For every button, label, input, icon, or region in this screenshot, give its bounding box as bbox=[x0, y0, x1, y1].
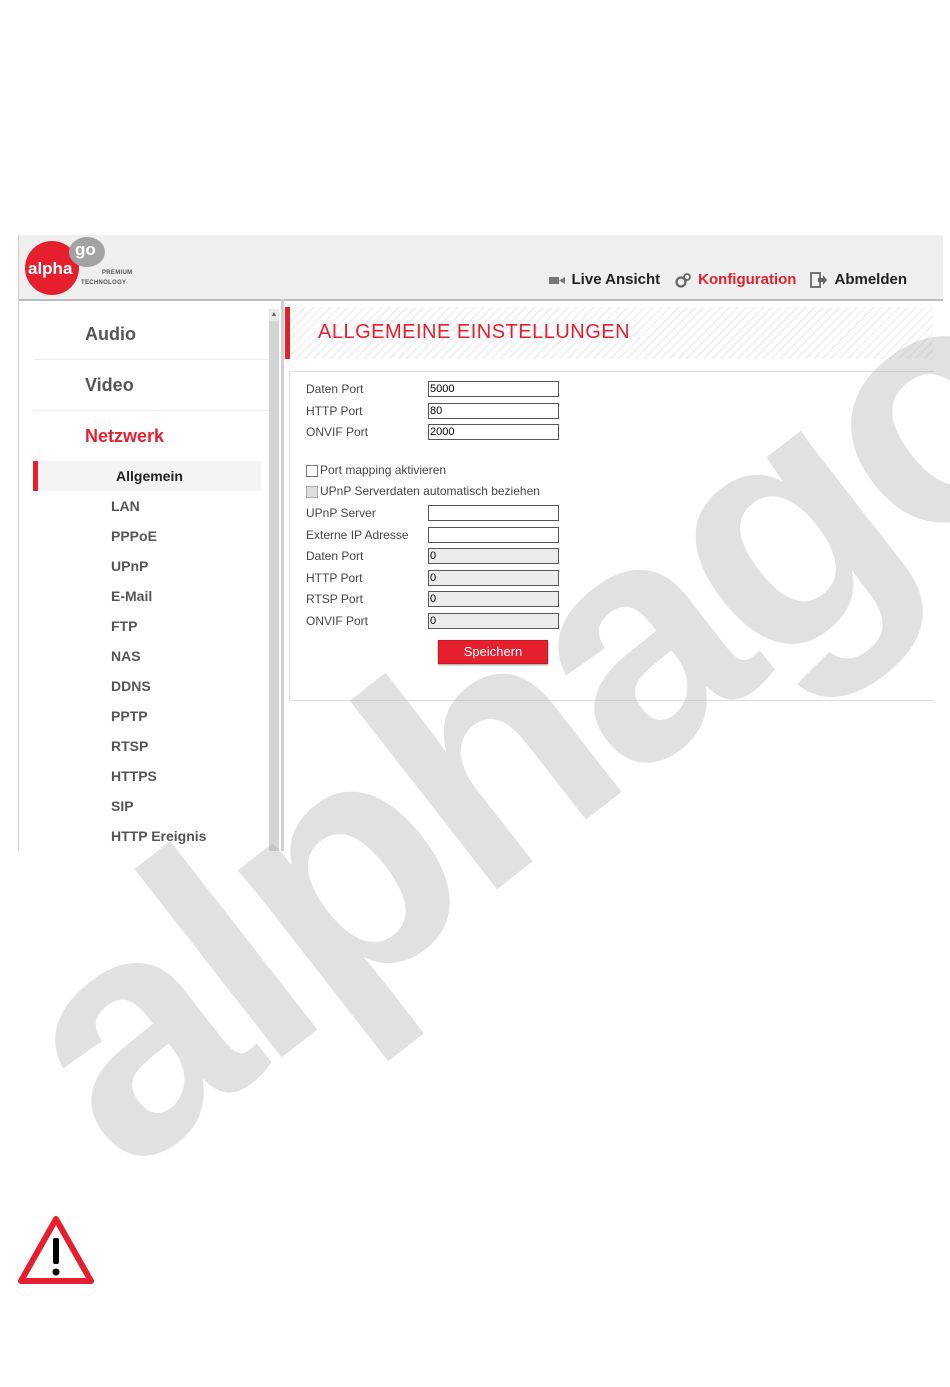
nav-logout[interactable]: Abmelden bbox=[810, 271, 907, 288]
section-header: ALLGEMEINE EINSTELLUNGEN bbox=[285, 307, 933, 359]
sidebar-subitem-allgemein[interactable]: Allgemein bbox=[33, 461, 261, 491]
port-mapping-label: Port mapping aktivieren bbox=[320, 463, 447, 477]
data-port-input[interactable]: 5000 bbox=[428, 381, 559, 397]
sidebar-subitem-sip[interactable]: SIP bbox=[33, 791, 269, 821]
external-onvif-port-input[interactable]: 0 bbox=[428, 613, 559, 629]
gears-icon bbox=[675, 272, 692, 288]
logo-technology-text: TECHNOLOGY bbox=[81, 280, 127, 286]
logo-premium-text: PREMIUM bbox=[102, 270, 133, 276]
http-port-input[interactable]: 80 bbox=[428, 403, 559, 419]
upnp-server-label: UPnP Server bbox=[306, 506, 376, 520]
upnp-server-input[interactable] bbox=[428, 505, 559, 521]
nav-live-view[interactable]: Live Ansicht bbox=[548, 271, 661, 288]
logo-go-text: go bbox=[75, 240, 96, 259]
alphago-logo: alpha go PREMIUM TECHNOLOGY bbox=[25, 237, 145, 295]
external-data-port-label: Daten Port bbox=[306, 549, 364, 563]
onvif-port-input[interactable]: 2000 bbox=[428, 424, 559, 440]
web-ui-screenshot: alpha go PREMIUM TECHNOLOGY Live Ansicht… bbox=[18, 235, 943, 851]
external-http-port-label: HTTP Port bbox=[306, 571, 363, 585]
sidebar-subitem-pptp[interactable]: PPTP bbox=[33, 701, 269, 731]
nav-live-view-label: Live Ansicht bbox=[571, 271, 661, 288]
panel-divider bbox=[281, 299, 284, 851]
sidebar-subitem-upnp[interactable]: UPnP bbox=[33, 551, 269, 581]
sidebar-scrollbar[interactable]: ▲ bbox=[269, 309, 279, 851]
sidebar-subitem-ddns[interactable]: DDNS bbox=[33, 671, 269, 701]
sidebar: Audio Video Netzwerk Allgemein LAN PPPoE… bbox=[33, 309, 269, 851]
nav-logout-label: Abmelden bbox=[834, 271, 907, 288]
nav-configuration[interactable]: Konfiguration bbox=[674, 271, 796, 288]
external-data-port-input[interactable]: 0 bbox=[428, 548, 559, 564]
scroll-up-arrow-icon[interactable]: ▲ bbox=[269, 309, 279, 321]
external-ip-label: Externe IP Adresse bbox=[306, 528, 409, 542]
sidebar-subitem-lan[interactable]: LAN bbox=[33, 491, 269, 521]
external-onvif-port-label: ONVIF Port bbox=[306, 614, 369, 628]
top-navigation: Live Ansicht Konfiguration Abmelden bbox=[540, 271, 907, 288]
external-rtsp-port-label: RTSP Port bbox=[306, 592, 363, 606]
sidebar-subitem-https[interactable]: HTTPS bbox=[33, 761, 269, 791]
upnp-auto-checkbox[interactable] bbox=[306, 486, 318, 498]
logout-icon bbox=[810, 271, 828, 288]
sidebar-subitem-rtsp[interactable]: RTSP bbox=[33, 731, 269, 761]
sidebar-item-netzwerk[interactable]: Netzwerk bbox=[33, 411, 269, 461]
external-rtsp-port-input[interactable]: 0 bbox=[428, 591, 559, 607]
top-bar: alpha go PREMIUM TECHNOLOGY Live Ansicht… bbox=[19, 235, 943, 301]
settings-form: Daten Port 5000 HTTP Port 80 ONVIF Port … bbox=[289, 371, 934, 701]
sidebar-subitem-email[interactable]: E-Mail bbox=[33, 581, 269, 611]
camera-icon bbox=[548, 276, 565, 284]
port-mapping-checkbox[interactable] bbox=[306, 465, 318, 477]
content-panel: ALLGEMEINE EINSTELLUNGEN Daten Port 5000… bbox=[285, 307, 934, 701]
upnp-auto-label: UPnP Serverdaten automatisch beziehen bbox=[320, 484, 540, 498]
data-port-label: Daten Port bbox=[306, 382, 364, 396]
sidebar-item-audio[interactable]: Audio bbox=[33, 309, 269, 360]
logo-alpha-text: alpha bbox=[28, 259, 73, 278]
nav-configuration-label: Konfiguration bbox=[698, 271, 797, 288]
save-button[interactable]: Speichern bbox=[438, 640, 548, 664]
warning-triangle-icon bbox=[18, 1216, 94, 1284]
sidebar-subitem-http-ereignis[interactable]: HTTP Ereignis bbox=[33, 821, 269, 851]
page-title: ALLGEMEINE EINSTELLUNGEN bbox=[318, 321, 631, 343]
onvif-port-label: ONVIF Port bbox=[306, 425, 369, 439]
sidebar-subitem-ftp[interactable]: FTP bbox=[33, 611, 269, 641]
sidebar-item-video[interactable]: Video bbox=[33, 360, 269, 411]
sidebar-subitem-pppoe[interactable]: PPPoE bbox=[33, 521, 269, 551]
http-port-label: HTTP Port bbox=[306, 404, 363, 418]
external-ip-input[interactable] bbox=[428, 527, 559, 543]
sidebar-subitem-nas[interactable]: NAS bbox=[33, 641, 269, 671]
external-http-port-input[interactable]: 0 bbox=[428, 570, 559, 586]
